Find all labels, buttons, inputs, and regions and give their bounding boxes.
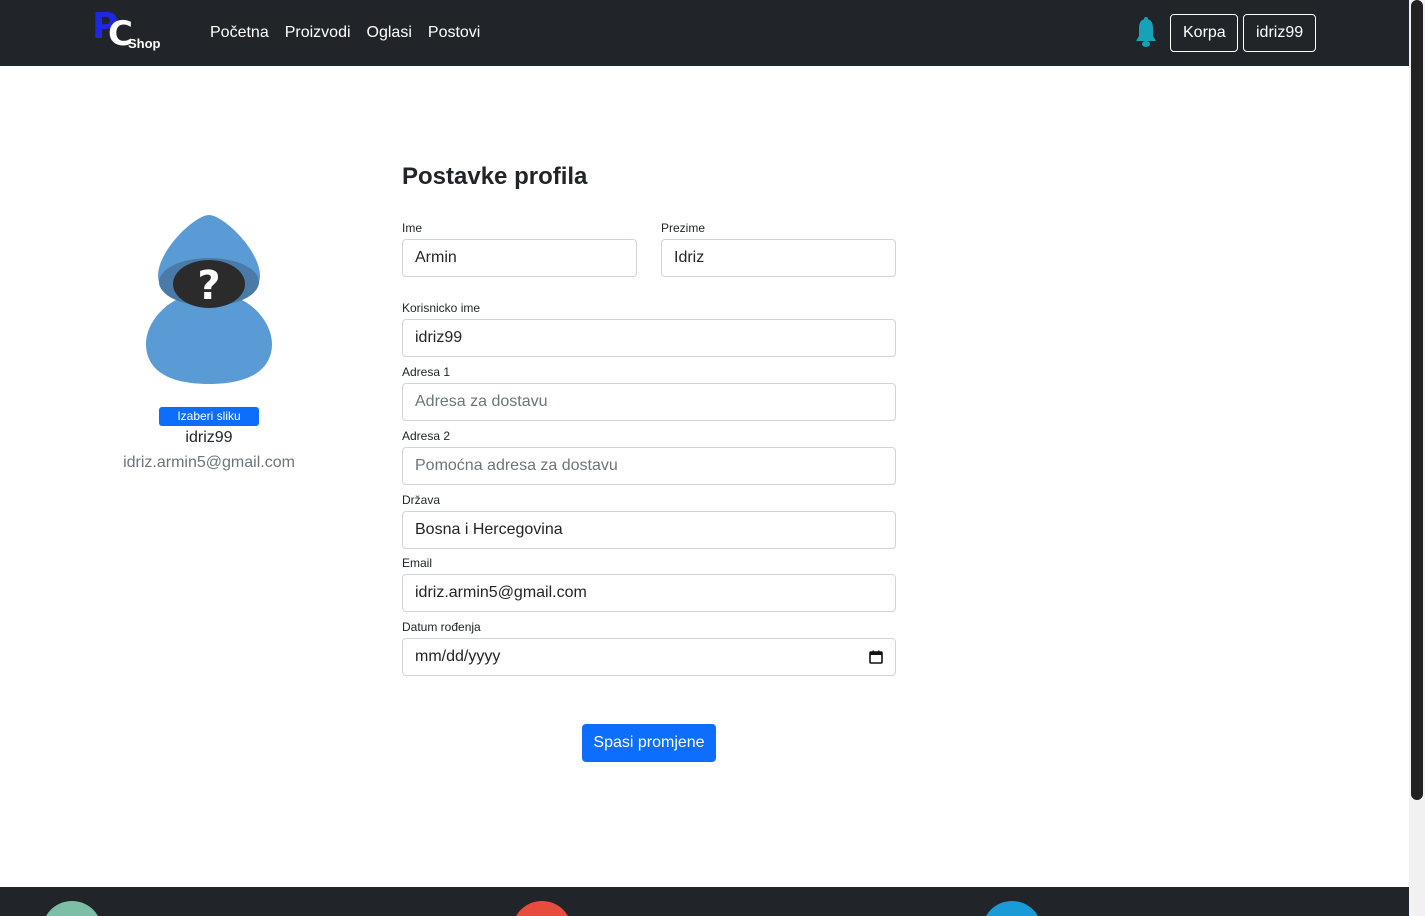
address2-input[interactable] <box>402 447 896 485</box>
profile-email: idriz.armin5@gmail.com <box>123 454 295 471</box>
save-button[interactable]: Spasi promjene <box>582 724 716 762</box>
address1-label: Adresa 1 <box>402 365 451 379</box>
svg-text:?: ? <box>197 263 220 309</box>
nav-link-pocetna[interactable]: Početna <box>210 24 269 42</box>
address2-label: Adresa 2 <box>402 429 451 443</box>
main-nav: Početna Proizvodi Oglasi Postovi <box>210 24 480 42</box>
scrollbar-thumb[interactable] <box>1411 0 1423 800</box>
navbar: P C Shop Početna Proizvodi Oglasi Postov… <box>0 0 1409 66</box>
nav-link-postovi[interactable]: Postovi <box>428 24 480 42</box>
calendar-icon[interactable] <box>869 650 883 664</box>
country-label: Država <box>402 493 441 507</box>
brand-logo[interactable]: P C Shop <box>92 6 164 54</box>
profile-username: idriz99 <box>185 429 233 446</box>
username-input[interactable] <box>402 319 896 357</box>
whatsapp-icon[interactable] <box>42 901 102 916</box>
unknown-user-avatar: ? <box>146 215 272 384</box>
cart-button[interactable]: Korpa <box>1170 14 1238 52</box>
nav-link-proizvodi[interactable]: Proizvodi <box>285 24 351 42</box>
bell-icon[interactable] <box>1134 17 1158 49</box>
birth-date-input[interactable]: mm/dd/yyyy <box>402 638 896 676</box>
telegram-icon[interactable] <box>982 901 1042 916</box>
username-label: Korisnicko ime <box>402 301 481 315</box>
user-menu-button[interactable]: idriz99 <box>1243 14 1316 52</box>
last-name-input[interactable] <box>661 239 896 277</box>
birth-date-placeholder: mm/dd/yyyy <box>415 648 501 665</box>
brand-shop-text: Shop <box>128 36 161 51</box>
footer <box>0 887 1409 916</box>
first-name-input[interactable] <box>402 239 637 277</box>
address1-input[interactable] <box>402 383 896 421</box>
email-label: Email <box>402 556 433 570</box>
choose-image-button[interactable]: Izaberi sliku <box>159 407 259 426</box>
first-name-label: Ime <box>402 221 423 235</box>
email-input[interactable] <box>402 574 896 612</box>
birth-date-label: Datum rođenja <box>402 620 481 634</box>
last-name-label: Prezime <box>661 221 706 235</box>
page-title: Postavke profila <box>402 163 588 190</box>
country-input[interactable] <box>402 511 896 549</box>
gmail-icon[interactable] <box>512 901 572 916</box>
nav-link-oglasi[interactable]: Oglasi <box>367 24 412 42</box>
